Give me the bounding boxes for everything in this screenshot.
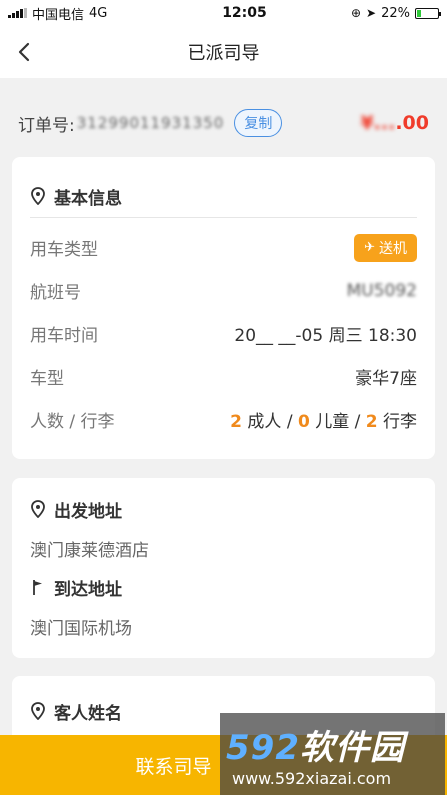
departure-title: 出发地址 bbox=[54, 501, 122, 522]
info-row-vehicle: 车型 豪华7座 bbox=[12, 355, 435, 398]
flight-label: 航班号 bbox=[30, 283, 81, 303]
luggage-count: 2 bbox=[365, 412, 378, 432]
watermark: 592软件园 www.592xiazai.com bbox=[220, 713, 445, 795]
order-number-label: 订单号: bbox=[18, 115, 75, 136]
page-title: 已派司导 bbox=[187, 43, 260, 64]
luggage-label: 行李 bbox=[383, 412, 417, 432]
arrival-title: 到达地址 bbox=[54, 579, 122, 600]
passengers-value: 2 成人 / 0 儿童 / 2 行李 bbox=[230, 407, 417, 432]
car-type-label: 用车类型 bbox=[30, 240, 98, 260]
vehicle-model: 豪华7座 bbox=[355, 369, 417, 389]
info-row-passengers: 人数 / 行李 2 成人 / 0 儿童 / 2 行李 bbox=[12, 398, 435, 441]
copy-button[interactable]: 复制 bbox=[234, 109, 283, 137]
order-price: ¥....00 bbox=[360, 112, 429, 134]
pickup-time: 20__ __-05 周三 18:30 bbox=[234, 326, 417, 346]
airplane-icon: ✈ bbox=[364, 240, 375, 255]
separator: / bbox=[286, 412, 293, 432]
location-pin-icon bbox=[31, 702, 45, 720]
order-row: 订单号: 31299011931350 复制 ¥....00 bbox=[0, 100, 447, 146]
orientation-lock-icon: ⊕ bbox=[350, 6, 362, 20]
flag-icon bbox=[33, 580, 42, 595]
address-card: 出发地址 澳门康莱德酒店 到达地址 澳门国际机场 bbox=[12, 478, 435, 658]
passengers-label: 人数 / 行李 bbox=[30, 412, 115, 432]
children-count: 0 bbox=[297, 412, 310, 432]
departure-address: 澳门康莱德酒店 bbox=[30, 540, 149, 561]
arrival-address: 澳门国际机场 bbox=[30, 618, 132, 639]
adults-label: 成人 bbox=[247, 412, 282, 432]
info-row-flight: 航班号 MU5092 bbox=[12, 269, 435, 312]
service-type-label: 送机 bbox=[379, 240, 407, 257]
watermark-brand-number: 592 bbox=[226, 728, 300, 768]
network-type: 4G bbox=[89, 5, 108, 21]
nav-bar: 已派司导 bbox=[0, 26, 447, 78]
info-row-car-type: 用车类型 ✈ 送机 bbox=[12, 226, 435, 269]
info-row-time: 用车时间 20__ __-05 周三 18:30 bbox=[12, 312, 435, 355]
location-pin-icon bbox=[31, 187, 45, 205]
back-arrow-icon[interactable] bbox=[14, 40, 36, 64]
watermark-brand: 592软件园 bbox=[226, 720, 445, 769]
basic-info-title: 基本信息 bbox=[54, 188, 122, 209]
price-suffix: .00 bbox=[395, 112, 429, 134]
clock: 12:05 bbox=[222, 5, 267, 21]
watermark-url: www.592xiazai.com bbox=[232, 769, 392, 788]
price-blurred: ¥... bbox=[360, 112, 396, 134]
contact-driver-label: 联系司导 bbox=[135, 755, 212, 778]
service-type-tag: ✈ 送机 bbox=[354, 233, 417, 262]
vehicle-label: 车型 bbox=[30, 369, 64, 389]
adults-count: 2 bbox=[230, 412, 242, 432]
children-label: 儿童 bbox=[315, 412, 350, 432]
flight-number: MU5092 bbox=[346, 280, 417, 301]
location-pin-icon bbox=[31, 500, 45, 518]
separator: / bbox=[354, 412, 361, 432]
carrier-name: 中国电信 bbox=[32, 7, 85, 23]
location-arrow-icon: ➤ bbox=[366, 6, 377, 20]
battery-percent: 22% bbox=[381, 5, 410, 21]
signal-icon bbox=[8, 8, 27, 18]
watermark-brand-text: 软件园 bbox=[299, 728, 405, 768]
battery-icon bbox=[415, 7, 441, 19]
time-label: 用车时间 bbox=[30, 326, 98, 346]
basic-info-card: 基本信息 用车类型 ✈ 送机 航班号 MU5092 用车时间 20__ __-0… bbox=[12, 157, 435, 459]
guest-name-title: 客人姓名 bbox=[54, 703, 122, 724]
status-bar: 中国电信 4G 12:05 ⊕ ➤ 22% bbox=[0, 0, 447, 26]
order-number: 31299011931350 bbox=[76, 114, 225, 132]
